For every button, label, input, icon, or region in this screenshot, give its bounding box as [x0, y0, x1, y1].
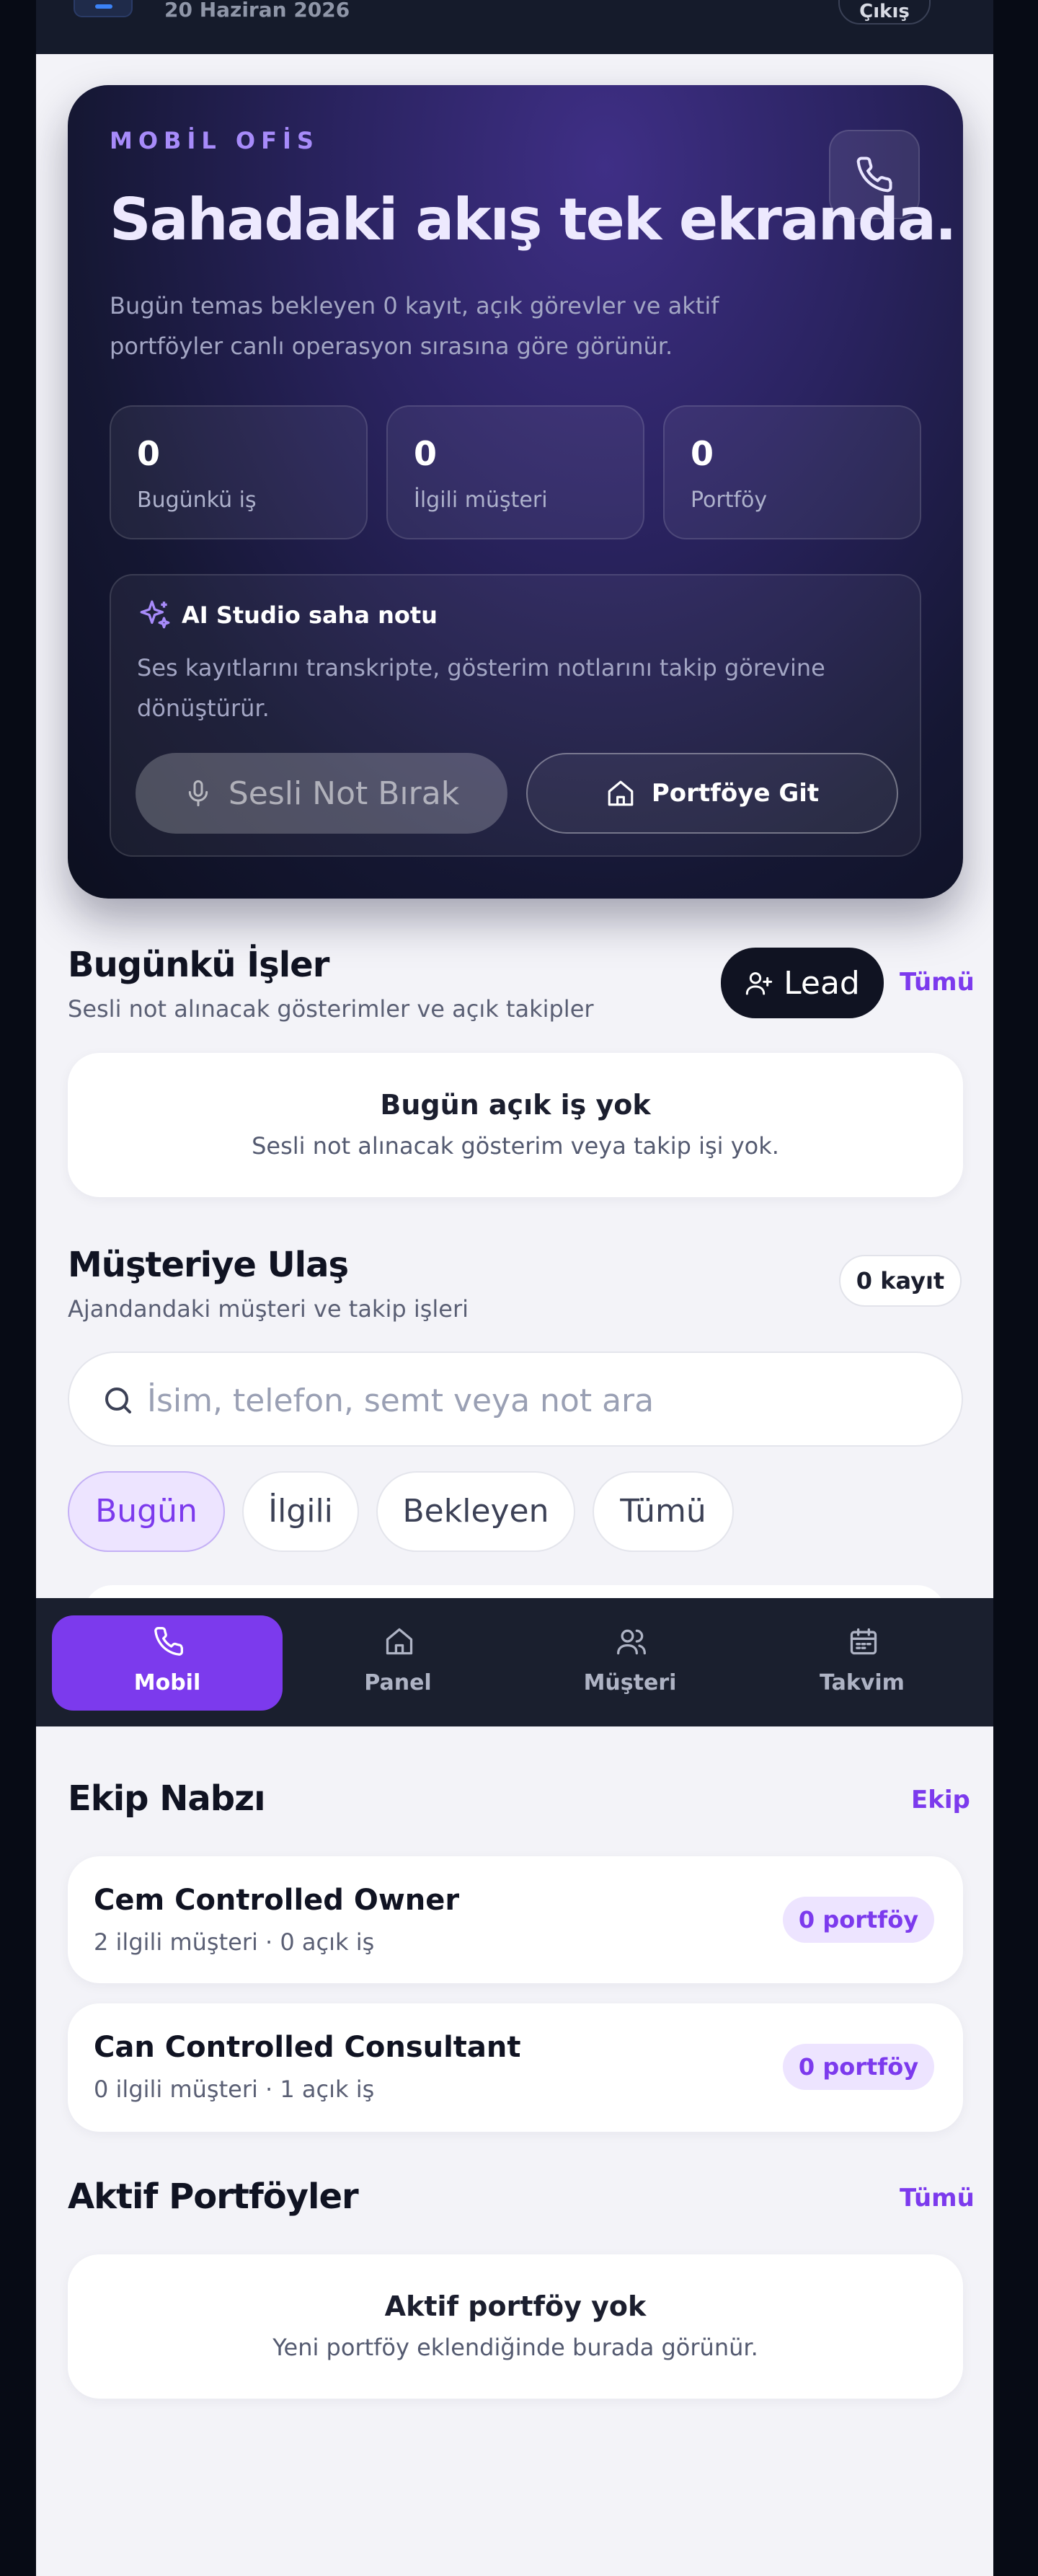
hero-headline: Sahadaki akış tek ekranda.	[110, 186, 957, 253]
team-section-title: Ekip Nabzı	[68, 1778, 266, 1819]
stat-label: İlgili müşteri	[414, 488, 548, 513]
sparkle-icon	[140, 600, 170, 629]
stat-value: 0	[691, 434, 714, 473]
filter-chip-related[interactable]: İlgili	[242, 1471, 359, 1552]
mobile-app: 20 Haziran 2026 Çıkış MOBİL OFİS Sahadak…	[36, 0, 993, 2576]
portfolio-count-badge: 0 portföy	[783, 1897, 934, 1943]
phone-icon	[154, 1627, 183, 1656]
filter-chip-pending[interactable]: Bekleyen	[376, 1471, 575, 1552]
add-lead-button[interactable]: Lead	[721, 948, 884, 1018]
stat-today-jobs: 0 Bugünkü iş	[110, 405, 368, 539]
bottom-navigation: Mobil Panel Müşteri Takvim	[36, 1598, 993, 1726]
top-bar: 20 Haziran 2026 Çıkış	[36, 0, 993, 54]
team-member-name: Can Controlled Consultant	[94, 2031, 521, 2064]
customer-search[interactable]	[68, 1351, 963, 1447]
go-to-portfolio-label: Portföye Git	[651, 779, 820, 808]
users-icon	[617, 1629, 646, 1655]
today-section-subtitle: Sesli not alınacak gösterimler ve açık t…	[68, 995, 594, 1023]
voice-note-button[interactable]: Sesli Not Bırak	[136, 753, 507, 834]
user-plus-icon	[745, 972, 773, 995]
stat-label: Bugünkü iş	[137, 488, 257, 513]
ai-studio-text: Ses kayıtlarını transkripte, gösterim no…	[137, 654, 825, 722]
record-count-badge: 0 kayıt	[839, 1255, 962, 1307]
current-date: 20 Haziran 2026	[164, 0, 350, 22]
today-section-title: Bugünkü İşler	[68, 945, 329, 985]
stat-value: 0	[414, 434, 438, 473]
empty-subtitle: Yeni portföy eklendiğinde burada görünür…	[272, 2334, 758, 2361]
team-link[interactable]: Ekip	[911, 1786, 970, 1814]
empty-subtitle: Sesli not alınacak gösterim veya takip i…	[252, 1132, 779, 1160]
nav-item-panel[interactable]: Panel	[283, 1615, 513, 1711]
hero-description: Bugün temas bekleyen 0 kayıt, açık görev…	[110, 292, 719, 360]
portfolio-count-badge: 0 portföy	[783, 2044, 934, 2090]
nav-item-calendar[interactable]: Takvim	[747, 1615, 977, 1711]
team-member-meta: 0 ilgili müşteri · 1 açık iş	[94, 2076, 375, 2103]
team-member-card[interactable]: Can Controlled Consultant 0 ilgili müşte…	[68, 2003, 963, 2132]
portfolios-empty-card: Aktif portföy yok Yeni portföy eklendiği…	[68, 2254, 963, 2399]
nav-label: Panel	[364, 1670, 432, 1695]
calendar-icon	[850, 1628, 877, 1655]
filter-chip-all[interactable]: Tümü	[593, 1471, 734, 1552]
stat-value: 0	[137, 434, 161, 473]
nav-item-mobile[interactable]: Mobil	[52, 1615, 283, 1711]
search-icon	[105, 1388, 131, 1413]
team-member-meta: 2 ilgili müşteri · 0 açık iş	[94, 1928, 375, 1956]
team-member-card[interactable]: Cem Controlled Owner 2 ilgili müşteri · …	[68, 1856, 963, 1983]
nav-item-customers[interactable]: Müşteri	[515, 1615, 745, 1711]
empty-title: Bugün açık iş yok	[380, 1089, 651, 1121]
ai-studio-card: AI Studio saha notu Ses kayıtlarını tran…	[110, 574, 921, 857]
empty-title: Aktif portföy yok	[384, 2290, 647, 2322]
hero-card: MOBİL OFİS Sahadaki akış tek ekranda. Bu…	[68, 85, 963, 899]
contact-section-title: Müşteriye Ulaş	[68, 1245, 349, 1285]
microphone-icon	[188, 780, 208, 807]
stat-related-customers: 0 İlgili müşteri	[386, 405, 644, 539]
today-all-link[interactable]: Tümü	[900, 968, 975, 997]
voice-note-label: Sesli Not Bırak	[228, 775, 460, 812]
ai-studio-title: AI Studio saha notu	[182, 601, 438, 629]
nav-label: Mobil	[133, 1670, 201, 1695]
team-member-name: Cem Controlled Owner	[94, 1884, 460, 1917]
stat-portfolio: 0 Portföy	[663, 405, 921, 539]
go-to-portfolio-button[interactable]: Portföye Git	[526, 753, 898, 834]
nav-label: Takvim	[820, 1670, 905, 1695]
add-lead-label: Lead	[784, 964, 860, 1002]
search-input[interactable]	[147, 1373, 926, 1428]
contact-section-subtitle: Ajandandaki müşteri ve takip işleri	[68, 1295, 469, 1323]
home-icon	[386, 1628, 413, 1655]
stat-label: Portföy	[691, 488, 768, 513]
portfolios-all-link[interactable]: Tümü	[900, 2184, 975, 2213]
nav-label: Müşteri	[583, 1670, 677, 1695]
logout-button[interactable]: Çıkış	[838, 0, 931, 25]
portfolios-section-title: Aktif Portföyler	[68, 2176, 359, 2217]
app-logo-icon	[74, 0, 133, 17]
filter-chip-today[interactable]: Bugün	[68, 1471, 225, 1552]
hero-kicker: MOBİL OFİS	[110, 127, 319, 154]
home-icon	[608, 780, 634, 806]
today-empty-card: Bugün açık iş yok Sesli not alınacak gös…	[68, 1053, 963, 1197]
